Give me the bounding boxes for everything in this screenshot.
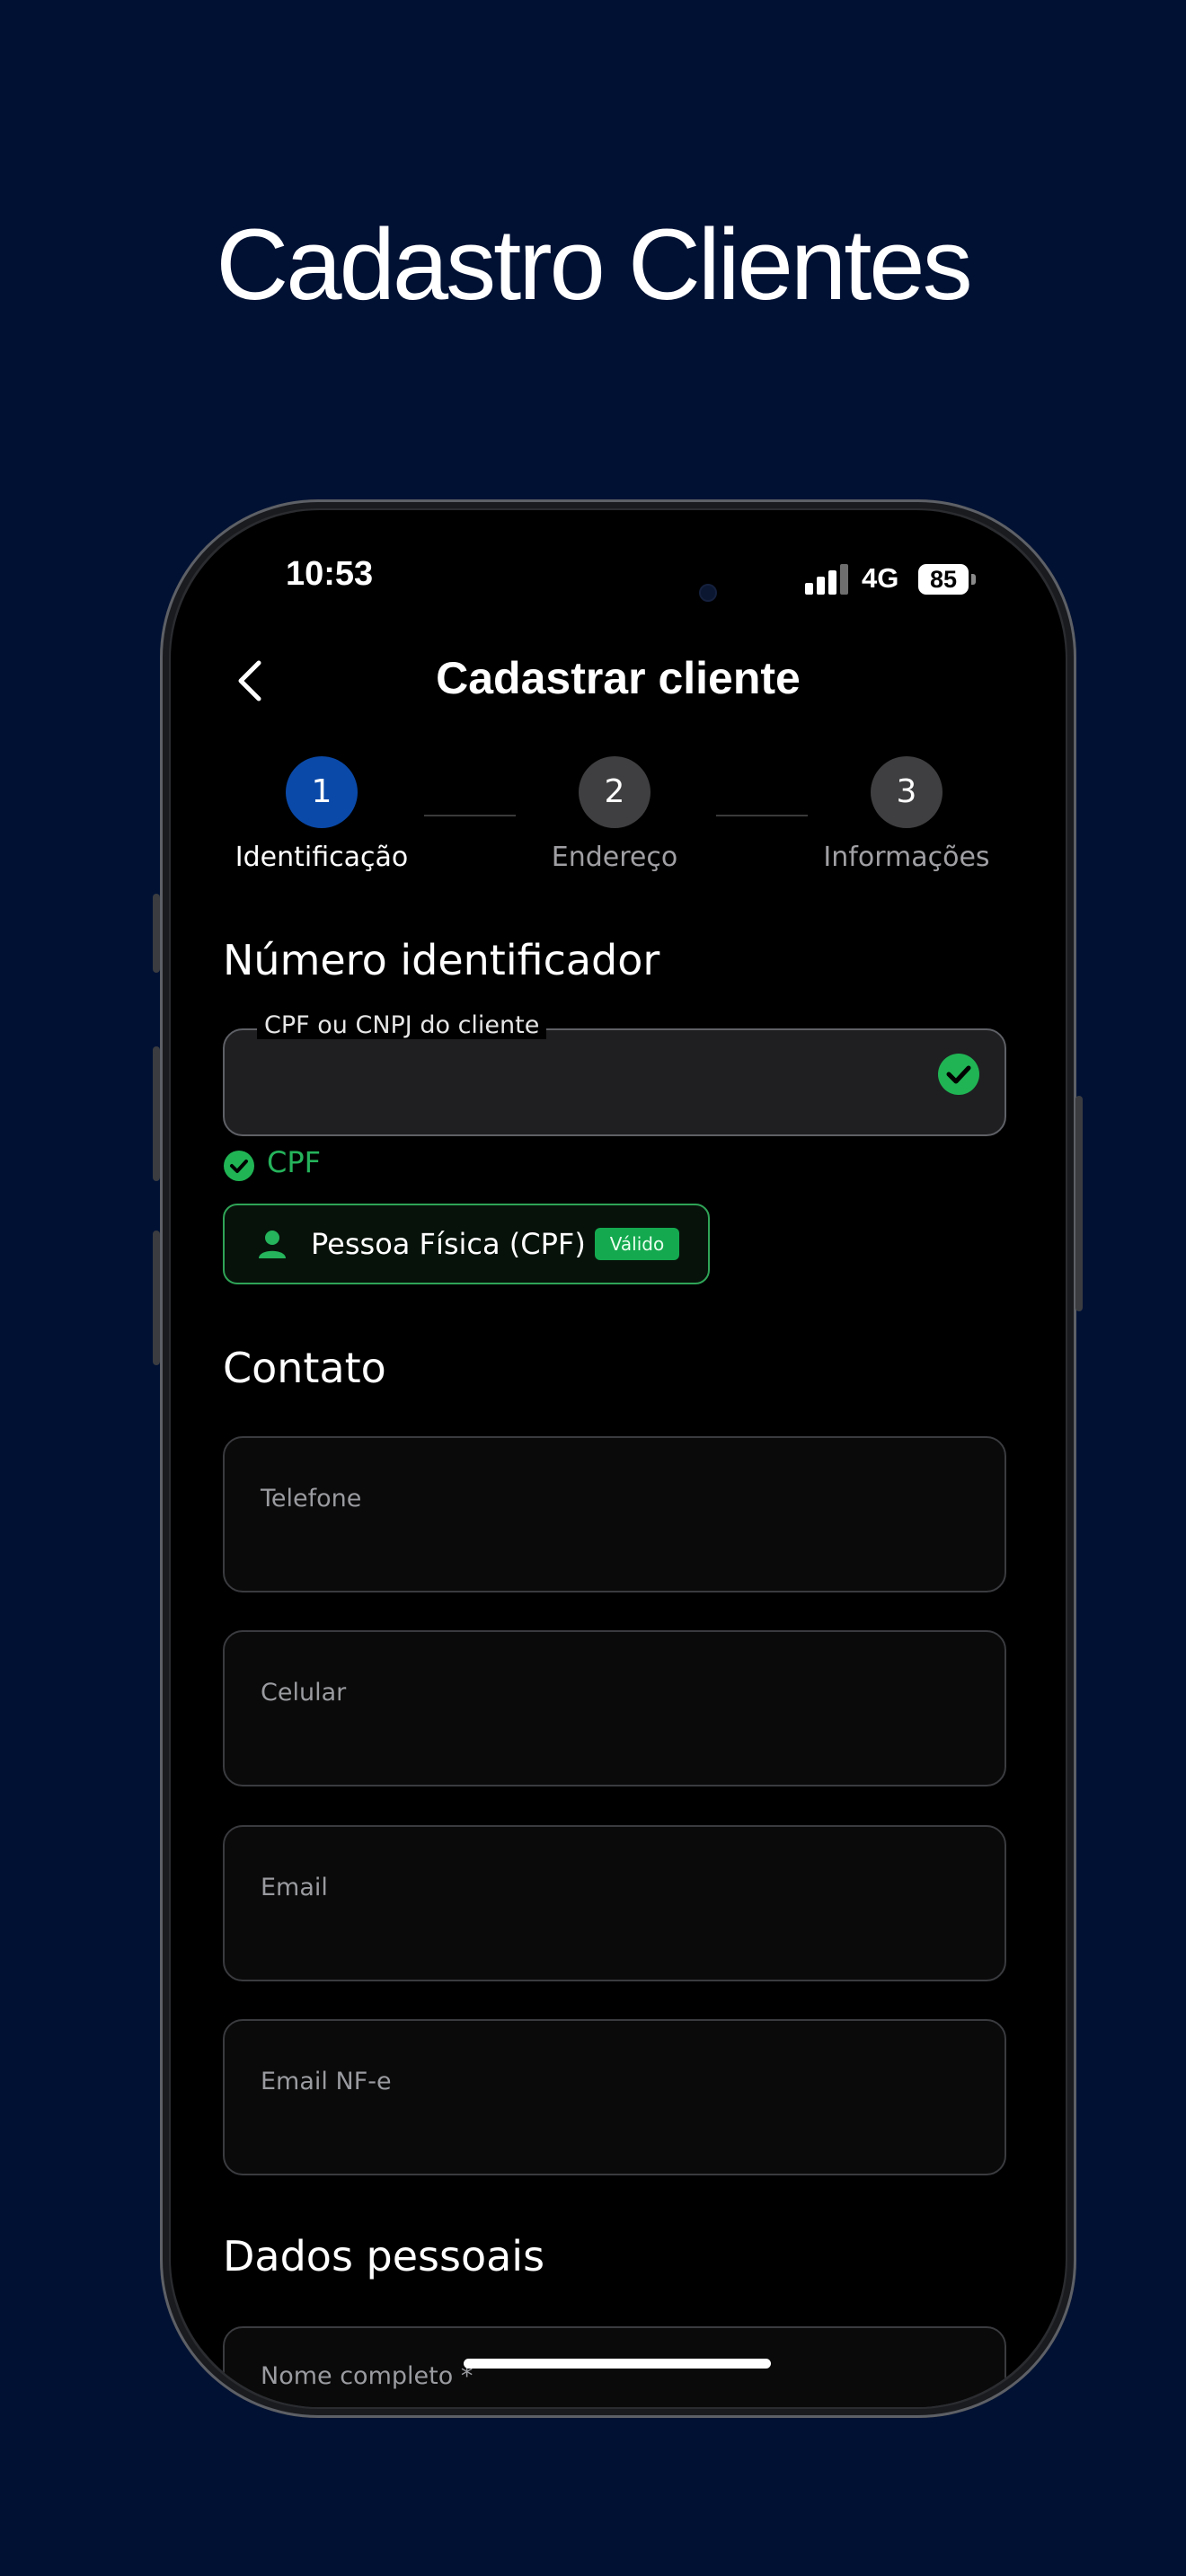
- email-label: Email: [261, 1874, 328, 1901]
- chevron-left-icon: [238, 660, 261, 701]
- step-1-label: Identificação: [235, 842, 409, 873]
- personal-section-title: Dados pessoais: [223, 2232, 545, 2280]
- back-button[interactable]: [225, 654, 279, 708]
- check-circle-icon: [938, 1054, 979, 1095]
- battery-icon: 85: [918, 564, 969, 595]
- phone-input[interactable]: Telefone: [223, 1436, 1006, 1592]
- contact-section-title: Contato: [223, 1344, 386, 1392]
- full-name-label: Nome completo *: [261, 2362, 474, 2390]
- person-icon: [259, 1231, 286, 1258]
- email-input[interactable]: Email: [223, 1825, 1006, 1981]
- phone-label: Telefone: [261, 1485, 362, 1513]
- step-3-circle[interactable]: 3: [871, 756, 943, 828]
- step-connector-1: [424, 815, 516, 816]
- phone-volume-down-button: [153, 1231, 160, 1365]
- signal-icon: [805, 564, 848, 595]
- status-time: 10:53: [286, 555, 374, 593]
- cpf-cnpj-label: CPF ou CNPJ do cliente: [257, 1011, 547, 1039]
- mobile-label: Celular: [261, 1679, 347, 1707]
- camera-dot-icon: [699, 584, 717, 602]
- network-type: 4G: [862, 562, 899, 594]
- valid-tag: Válido: [595, 1228, 679, 1260]
- battery-tip: [971, 574, 976, 585]
- home-indicator[interactable]: [464, 2359, 771, 2369]
- phone-action-button: [153, 894, 160, 973]
- phone-power-button: [1075, 1096, 1083, 1311]
- step-2-label: Endereço: [551, 842, 678, 873]
- cpf-cnpj-input[interactable]: [223, 1028, 1006, 1136]
- person-type-text: Pessoa Física (CPF): [311, 1227, 586, 1261]
- page-title: Cadastrar cliente: [436, 653, 801, 703]
- validation-text: CPF: [267, 1145, 322, 1179]
- step-connector-2: [716, 815, 808, 816]
- check-circle-icon: [224, 1151, 254, 1181]
- step-3-label: Informações: [823, 842, 990, 873]
- identifier-section-title: Número identificador: [223, 936, 660, 984]
- mobile-input[interactable]: Celular: [223, 1630, 1006, 1786]
- phone-screen: 10:53 4G 85 Cadastrar cliente 1 Identifi…: [171, 510, 1066, 2407]
- email-nfe-input[interactable]: Email NF-e: [223, 2019, 1006, 2175]
- phone-volume-up-button: [153, 1046, 160, 1181]
- step-2-circle[interactable]: 2: [579, 756, 651, 828]
- step-1-circle[interactable]: 1: [286, 756, 358, 828]
- email-nfe-label: Email NF-e: [261, 2068, 392, 2095]
- headline: Cadastro Clientes: [216, 208, 972, 321]
